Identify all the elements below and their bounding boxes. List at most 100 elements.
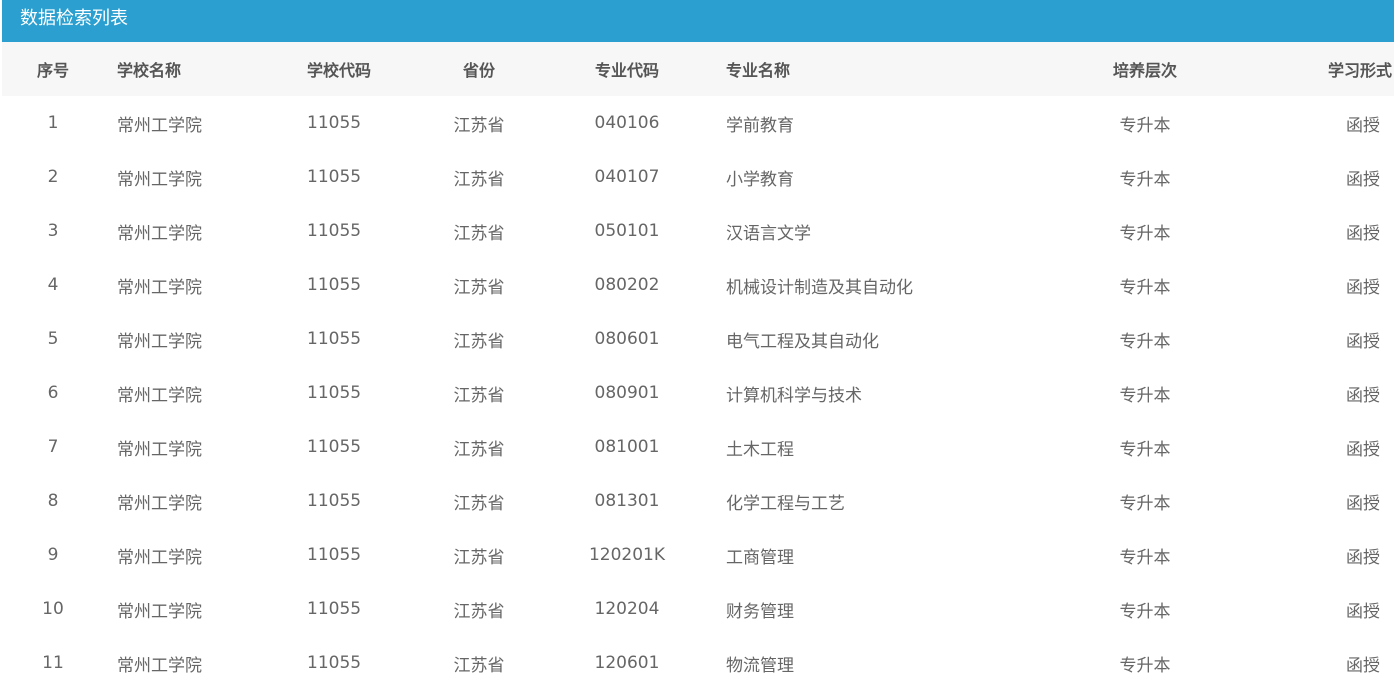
cell-index: 4 [47, 275, 59, 295]
column-header-province: 省份 [462, 61, 495, 80]
cell-province: 江苏省 [453, 601, 505, 622]
cell-level: 专升本 [1119, 385, 1171, 406]
cell-index: 3 [47, 221, 59, 241]
cell-study-form: 函授 [1346, 331, 1380, 352]
cell-major-name: 财务管理 [726, 601, 794, 622]
cell-major-code: 080901 [594, 383, 660, 403]
cell-school-code: 11055 [307, 221, 362, 241]
column-header-major-name: 专业名称 [726, 61, 791, 80]
cell-level: 专升本 [1119, 493, 1171, 514]
cell-study-form: 函授 [1346, 439, 1380, 460]
cell-school-name: 常州工学院 [117, 115, 202, 136]
cell-index: 2 [47, 167, 59, 187]
cell-school-code: 11055 [307, 167, 362, 187]
table-row: 3 常州工学院 11055 江苏省 050101 汉语言文学 专升本 函授 [2, 204, 1394, 258]
cell-index: 11 [42, 653, 64, 673]
column-header-study-form: 学习形式 [1327, 61, 1392, 80]
cell-index: 8 [47, 491, 59, 511]
cell-school-name: 常州工学院 [117, 601, 202, 622]
cell-province: 江苏省 [453, 331, 505, 352]
cell-level: 专升本 [1119, 601, 1171, 622]
cell-school-name: 常州工学院 [117, 331, 202, 352]
cell-study-form: 函授 [1346, 223, 1380, 244]
cell-school-code: 11055 [307, 329, 362, 349]
cell-major-name: 小学教育 [726, 169, 794, 190]
cell-major-code: 040106 [594, 113, 660, 133]
cell-school-name: 常州工学院 [117, 655, 202, 676]
cell-major-name: 工商管理 [726, 547, 794, 568]
table-row: 7 常州工学院 11055 江苏省 081001 土木工程 专升本 函授 [2, 420, 1394, 474]
cell-major-code: 080202 [594, 275, 660, 295]
column-header-major-code: 专业代码 [594, 61, 659, 80]
cell-index: 6 [47, 383, 59, 403]
cell-study-form: 函授 [1346, 169, 1380, 190]
data-search-panel: 数据检索列表 序号 学校名称 学校代码 省份 专业代码 专业名称 培养层次 学习… [2, 0, 1394, 677]
cell-school-code: 11055 [307, 599, 362, 619]
cell-major-code: 120601 [594, 653, 660, 673]
cell-school-name: 常州工学院 [117, 277, 202, 298]
column-header-school-code: 学校代码 [307, 61, 372, 80]
cell-study-form: 函授 [1346, 493, 1380, 514]
cell-province: 江苏省 [453, 277, 505, 298]
cell-school-code: 11055 [307, 653, 362, 673]
table-row: 8 常州工学院 11055 江苏省 081301 化学工程与工艺 专升本 函授 [2, 474, 1394, 528]
table-row: 4 常州工学院 11055 江苏省 080202 机械设计制造及其自动化 专升本… [2, 258, 1394, 312]
cell-school-code: 11055 [307, 545, 362, 565]
cell-major-name: 化学工程与工艺 [726, 493, 845, 514]
cell-major-name: 土木工程 [726, 439, 794, 460]
cell-school-name: 常州工学院 [117, 439, 202, 460]
cell-school-code: 11055 [307, 113, 362, 133]
cell-school-code: 11055 [307, 383, 362, 403]
cell-school-name: 常州工学院 [117, 169, 202, 190]
cell-level: 专升本 [1119, 115, 1171, 136]
cell-major-code: 120201K [588, 545, 666, 565]
table-row: 1 常州工学院 11055 江苏省 040106 学前教育 专升本 函授 [2, 96, 1394, 150]
cell-province: 江苏省 [453, 655, 505, 676]
column-header-level: 培养层次 [1112, 61, 1177, 80]
cell-level: 专升本 [1119, 277, 1171, 298]
cell-school-code: 11055 [307, 491, 362, 511]
table-row: 2 常州工学院 11055 江苏省 040107 小学教育 专升本 函授 [2, 150, 1394, 204]
cell-school-name: 常州工学院 [117, 385, 202, 406]
cell-school-name: 常州工学院 [117, 223, 202, 244]
cell-school-name: 常州工学院 [117, 493, 202, 514]
cell-level: 专升本 [1119, 223, 1171, 244]
column-header-index: 序号 [36, 61, 69, 80]
cell-major-name: 汉语言文学 [726, 223, 811, 244]
cell-major-code: 081001 [594, 437, 660, 457]
cell-province: 江苏省 [453, 547, 505, 568]
cell-major-name: 物流管理 [726, 655, 794, 676]
cell-level: 专升本 [1119, 439, 1171, 460]
cell-major-name: 学前教育 [726, 115, 794, 136]
cell-index: 5 [47, 329, 59, 349]
cell-level: 专升本 [1119, 331, 1171, 352]
cell-level: 专升本 [1119, 655, 1171, 676]
cell-study-form: 函授 [1346, 601, 1380, 622]
cell-study-form: 函授 [1346, 547, 1380, 568]
cell-province: 江苏省 [453, 223, 505, 244]
cell-province: 江苏省 [453, 385, 505, 406]
column-header-school-name: 学校名称 [117, 61, 182, 80]
table-row: 10 常州工学院 11055 江苏省 120204 财务管理 专升本 函授 [2, 582, 1394, 636]
cell-major-code: 120204 [594, 599, 660, 619]
table-row: 5 常州工学院 11055 江苏省 080601 电气工程及其自动化 专升本 函… [2, 312, 1394, 366]
panel-title: 数据检索列表 [2, 0, 1394, 42]
table-row: 6 常州工学院 11055 江苏省 080901 计算机科学与技术 专升本 函授 [2, 366, 1394, 420]
cell-school-code: 11055 [307, 437, 362, 457]
cell-province: 江苏省 [453, 169, 505, 190]
cell-level: 专升本 [1119, 169, 1171, 190]
cell-province: 江苏省 [453, 115, 505, 136]
cell-index: 10 [42, 599, 64, 619]
cell-province: 江苏省 [453, 493, 505, 514]
cell-index: 9 [47, 545, 59, 565]
cell-study-form: 函授 [1346, 115, 1380, 136]
table-row: 9 常州工学院 11055 江苏省 120201K 工商管理 专升本 函授 [2, 528, 1394, 582]
cell-major-name: 电气工程及其自动化 [726, 331, 879, 352]
cell-study-form: 函授 [1346, 385, 1380, 406]
cell-province: 江苏省 [453, 439, 505, 460]
cell-study-form: 函授 [1346, 277, 1380, 298]
cell-school-code: 11055 [307, 275, 362, 295]
table-row: 11 常州工学院 11055 江苏省 120601 物流管理 专升本 函授 [2, 636, 1394, 677]
cell-index: 7 [47, 437, 59, 457]
cell-school-name: 常州工学院 [117, 547, 202, 568]
